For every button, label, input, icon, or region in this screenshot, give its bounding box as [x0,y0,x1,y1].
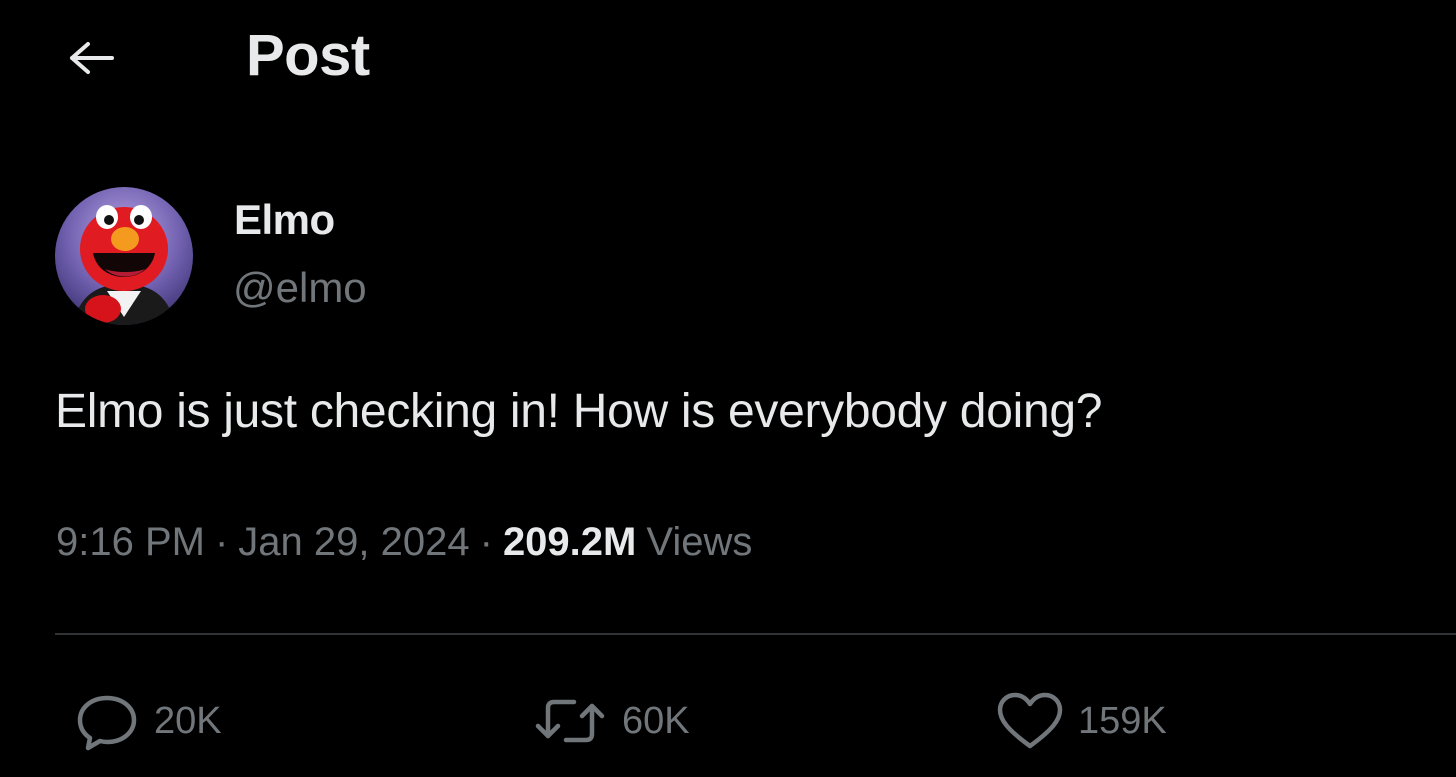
views-count: 209.2M [502,520,637,564]
reply-bubble-icon [77,695,137,751]
post-header: Post [0,0,1456,115]
arrow-left-icon [70,42,114,74]
meta-separator: · [479,520,493,564]
post-text: Elmo is just checking in! How is everybo… [55,385,1103,438]
post-time[interactable]: 9:16 PM [56,520,205,565]
repost-count: 60K [622,699,690,742]
post-meta: 9:16 PM · Jan 29, 2024 · 209.2M Views [56,520,752,565]
page-title: Post [246,23,370,88]
post-date[interactable]: Jan 29, 2024 [238,520,469,565]
like-count: 159K [1078,699,1167,742]
views-label: Views [646,520,753,564]
author-display-name[interactable]: Elmo [234,196,335,244]
repost-icon [535,699,605,743]
elmo-avatar-image [55,187,193,325]
divider [55,633,1456,635]
repost-button[interactable]: 60K [530,690,690,752]
like-button[interactable]: 159K [994,690,1167,752]
avatar[interactable] [55,187,193,325]
heart-icon [997,692,1063,749]
back-button[interactable] [58,30,122,86]
meta-separator: · [214,520,229,564]
reply-button[interactable]: 20K [72,690,222,752]
author-handle[interactable]: @elmo [233,264,367,312]
reply-count: 20K [154,699,222,742]
